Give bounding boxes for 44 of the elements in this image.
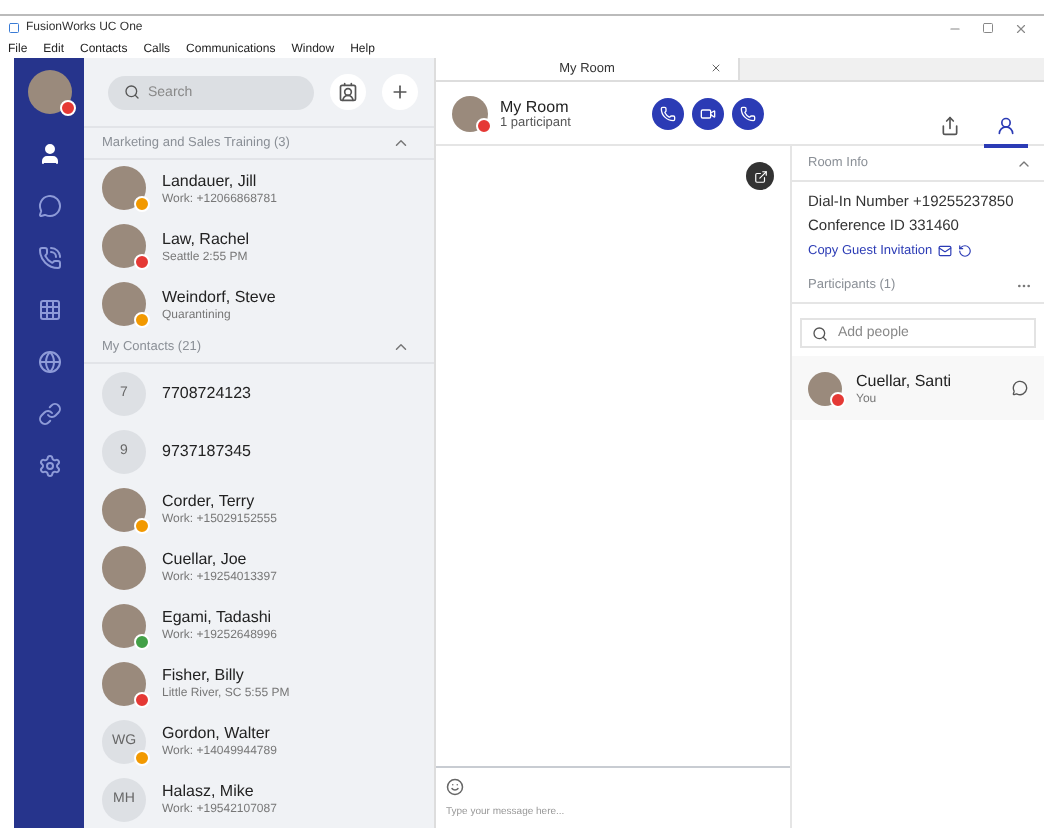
- emoji-icon[interactable]: [446, 778, 464, 796]
- contact-card-icon: [338, 82, 358, 103]
- settings-icon[interactable]: [37, 454, 61, 478]
- contact-name[interactable]: Landauer, Jill: [162, 171, 277, 190]
- plus-icon: [390, 82, 410, 103]
- external-link-icon: [753, 169, 767, 183]
- avatar: [102, 545, 146, 589]
- contact-name[interactable]: Halasz, Mike: [162, 782, 277, 800]
- close-icon[interactable]: [710, 62, 722, 74]
- user-avatar[interactable]: [27, 70, 71, 114]
- room-name: My Room: [500, 97, 571, 115]
- contact-name[interactable]: Weindorf, Steve: [162, 287, 276, 306]
- search-icon: [812, 326, 828, 342]
- desk-phone-button[interactable]: [732, 97, 764, 129]
- video-button[interactable]: [692, 97, 724, 129]
- contact-name[interactable]: Cuellar, Joe: [162, 550, 277, 568]
- contact-name[interactable]: 9737187345: [162, 442, 251, 460]
- person-icon[interactable]: [37, 142, 61, 166]
- maximize-icon[interactable]: [982, 21, 994, 33]
- contact-name[interactable]: 7708724123: [162, 384, 251, 402]
- contact-card-button[interactable]: [330, 74, 366, 111]
- contact-name[interactable]: Corder, Terry: [162, 492, 277, 510]
- contact-name[interactable]: Law, Rachel: [162, 229, 250, 248]
- globe-icon[interactable]: [37, 350, 61, 374]
- search-icon: [124, 83, 140, 100]
- app-icon: [8, 22, 20, 34]
- add-button[interactable]: [382, 74, 418, 111]
- chat-bubble-icon[interactable]: [37, 194, 61, 218]
- contact-name[interactable]: Fisher, Billy: [162, 666, 290, 684]
- mail-icon[interactable]: [938, 244, 953, 258]
- phone-icon[interactable]: [37, 246, 61, 270]
- link-icon[interactable]: [37, 402, 61, 426]
- call-button[interactable]: [652, 97, 684, 129]
- participant-name: Cuellar, Santi: [856, 371, 954, 389]
- contact-name[interactable]: Egami, Tadashi: [162, 608, 277, 626]
- pop-out-button[interactable]: [746, 162, 774, 190]
- dialpad-icon[interactable]: [37, 298, 61, 322]
- video-camera-icon: [700, 105, 716, 121]
- phone-icon: [740, 105, 756, 121]
- phone-icon: [660, 105, 676, 121]
- contact-name[interactable]: Gordon, Walter: [162, 724, 277, 742]
- refresh-icon[interactable]: [958, 244, 973, 258]
- close-icon[interactable]: [1014, 21, 1028, 35]
- chat-bubble-icon[interactable]: [1012, 380, 1028, 396]
